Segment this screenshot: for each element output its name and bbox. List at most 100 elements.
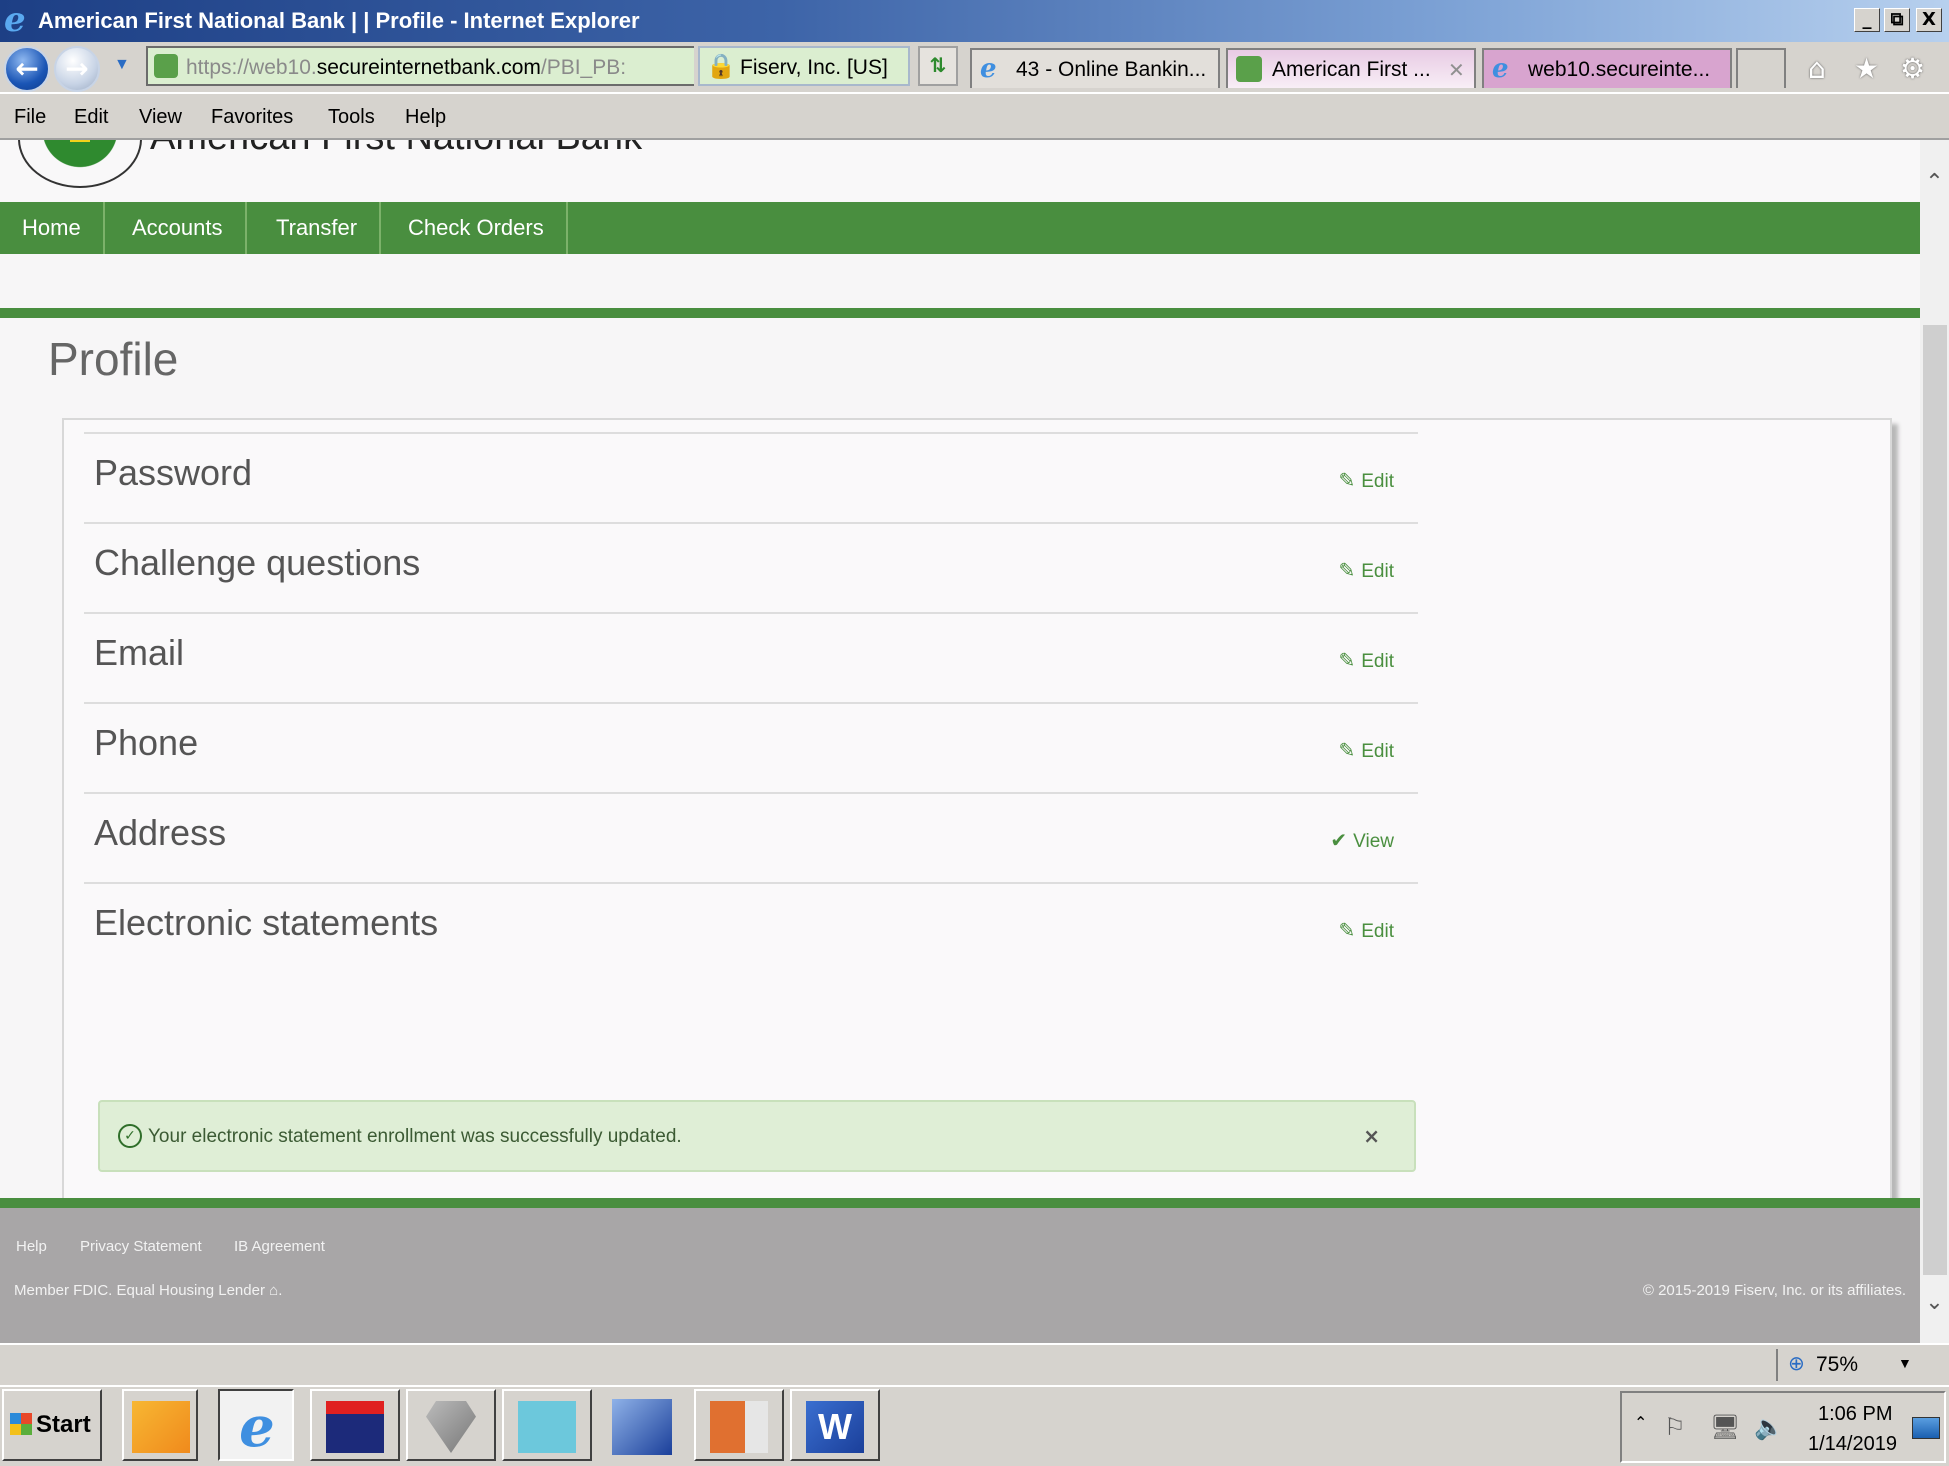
home-icon[interactable]: ⌂ [1808, 52, 1826, 85]
taskbar-app-3[interactable] [310, 1389, 400, 1461]
tab-web10[interactable]: e web10.secureinte... [1482, 48, 1732, 88]
clock-time[interactable]: 1:06 PM [1818, 1403, 1892, 1426]
windows-logo-icon [10, 1413, 32, 1435]
taskbar-internet-explorer[interactable]: e [218, 1389, 294, 1461]
favorites-star-icon[interactable]: ★ [1854, 52, 1879, 85]
compatibility-refresh-button[interactable]: ⇅ [918, 46, 958, 86]
taskbar-app-5[interactable] [502, 1389, 592, 1461]
zoom-icon: ⊕ [1788, 1351, 1805, 1375]
edit-icon: ✎ [1338, 920, 1356, 942]
menu-bar: File Edit View Favorites Tools Help [0, 96, 1949, 140]
gem-app-icon [426, 1401, 476, 1453]
office-app-icon [710, 1401, 768, 1453]
menu-file[interactable]: File [14, 106, 46, 129]
zoom-control[interactable]: ⊕ 75% ▼ [1776, 1349, 1944, 1381]
bank-logo[interactable] [18, 140, 142, 188]
nav-accounts[interactable]: Accounts [110, 202, 247, 254]
nav-transfer[interactable]: Transfer [254, 202, 382, 254]
view-address-link[interactable]: ✔ View [1330, 828, 1394, 853]
footer-ib-agreement-link[interactable]: IB Agreement [234, 1238, 325, 1255]
profile-row-password: Password ✎ Edit [84, 432, 1418, 522]
close-alert-button[interactable]: × [1363, 1124, 1380, 1148]
minimize-button[interactable]: _ [1854, 8, 1880, 32]
profile-row-phone: Phone ✎ Edit [84, 702, 1418, 792]
address-url[interactable]: https://web10.secureinternetbank.com/PBI… [186, 56, 626, 80]
profile-card: Password ✎ Edit Challenge questions ✎ Edit… [62, 418, 1892, 1320]
security-certificate[interactable]: 🔒 Fiserv, Inc. [US] [698, 46, 910, 86]
menu-help[interactable]: Help [405, 106, 446, 129]
browser-toolbar: ← → ▼ https://web10.secureinternetbank.c… [0, 42, 1949, 94]
menu-favorites[interactable]: Favorites [211, 106, 293, 129]
edit-icon: ✎ [1338, 650, 1356, 672]
bank-name: American First National Bank [150, 140, 642, 159]
lock-icon: 🔒 [706, 53, 736, 80]
check-circle-icon: ✓ [118, 1124, 142, 1148]
site-favicon [154, 54, 178, 78]
equal-housing-icon: ⌂ [269, 1282, 279, 1299]
close-tab-icon[interactable]: ✕ [1448, 58, 1465, 82]
scroll-down-icon[interactable]: ⌄ [1920, 1290, 1949, 1320]
remote-desktop-icon[interactable] [612, 1399, 672, 1455]
divider-bar [0, 308, 1920, 318]
menu-edit[interactable]: Edit [74, 106, 108, 129]
scrollbar-thumb[interactable] [1923, 325, 1947, 1275]
tab-online-banking[interactable]: e 43 - Online Bankin... [970, 48, 1220, 88]
gear-icon[interactable]: ⚙ [1900, 52, 1925, 85]
forward-button[interactable]: → [54, 46, 100, 92]
start-button[interactable]: Start [2, 1389, 102, 1461]
arrow-left-icon: ← [15, 52, 39, 85]
bank-header: American First National Bank [0, 140, 1920, 202]
close-window-button[interactable]: X [1916, 8, 1942, 32]
nav-home[interactable]: Home [0, 202, 105, 254]
profile-row-address: Address ✔ View [84, 792, 1418, 882]
internet-explorer-icon: e [4, 0, 26, 40]
edit-challenge-questions-link[interactable]: ✎ Edit [1338, 558, 1394, 583]
scroll-up-icon[interactable]: ⌃ [1920, 170, 1949, 200]
back-button[interactable]: ← [4, 46, 50, 92]
taskbar-word[interactable]: W [790, 1389, 880, 1461]
volume-icon[interactable]: 🔈 [1754, 1413, 1784, 1441]
copyright: © 2015-2019 Fiserv, Inc. or its affiliat… [1642, 1282, 1906, 1299]
taskbar-app-4[interactable] [406, 1389, 496, 1461]
window-title: American First National Bank | | Profile… [38, 8, 640, 33]
taskbar-outlook[interactable] [122, 1389, 198, 1461]
footer-privacy-link[interactable]: Privacy Statement [80, 1238, 202, 1255]
profile-row-email: Email ✎ Edit [84, 612, 1418, 702]
success-alert: ✓ Your electronic statement enrollment w… [98, 1100, 1416, 1172]
edit-phone-link[interactable]: ✎ Edit [1338, 738, 1394, 763]
edit-email-link[interactable]: ✎ Edit [1338, 648, 1394, 673]
edit-icon: ✎ [1338, 470, 1356, 492]
fdic-notice: Member FDIC. Equal Housing Lender ⌂. [14, 1282, 283, 1299]
menu-tools[interactable]: Tools [328, 106, 375, 129]
scanner-app-icon [518, 1401, 576, 1453]
clock-date[interactable]: 1/14/2019 [1808, 1433, 1897, 1456]
edit-electronic-statements-link[interactable]: ✎ Edit [1338, 918, 1394, 943]
page-footer: Help Privacy Statement IB Agreement Memb… [0, 1198, 1920, 1343]
profile-row-challenge-questions: Challenge questions ✎ Edit [84, 522, 1418, 612]
main-nav: Home Accounts Transfer Check Orders [0, 202, 1920, 254]
flag-icon[interactable]: ⚐ [1664, 1413, 1686, 1441]
restore-button[interactable]: ⧉ [1884, 8, 1910, 32]
address-bar[interactable]: https://web10.secureinternetbank.com/PBI… [146, 46, 838, 86]
new-tab-button[interactable] [1736, 48, 1786, 88]
show-desktop-button[interactable] [1912, 1417, 1940, 1439]
footer-help-link[interactable]: Help [16, 1238, 47, 1255]
show-hidden-icons[interactable]: ⌃ [1634, 1413, 1647, 1432]
edit-icon: ✎ [1338, 560, 1356, 582]
vertical-scrollbar[interactable]: ⌃ ⌄ [1920, 140, 1949, 1343]
tab-american-first[interactable]: American First ... ✕ [1226, 48, 1476, 88]
nav-check-orders[interactable]: Check Orders [386, 202, 568, 254]
ie-icon: e [1492, 54, 1509, 84]
zoom-dropdown-icon[interactable]: ▼ [1898, 1355, 1912, 1371]
network-icon[interactable]: 🖥 [1710, 1413, 1740, 1441]
history-dropdown-icon[interactable]: ▼ [114, 56, 130, 74]
page-title: Profile [48, 333, 179, 385]
edit-password-link[interactable]: ✎ Edit [1338, 468, 1394, 493]
arrow-right-icon: → [65, 52, 89, 85]
ie-icon: e [980, 54, 997, 84]
window-title-bar: e American First National Bank | | Profi… [0, 0, 1949, 42]
taskbar-app-7[interactable] [694, 1389, 784, 1461]
word-icon: W [806, 1401, 864, 1453]
menu-view[interactable]: View [139, 106, 182, 129]
system-tray: ⌃ ⚐ 🖥 🔈 1:06 PM 1/14/2019 [1620, 1391, 1946, 1463]
